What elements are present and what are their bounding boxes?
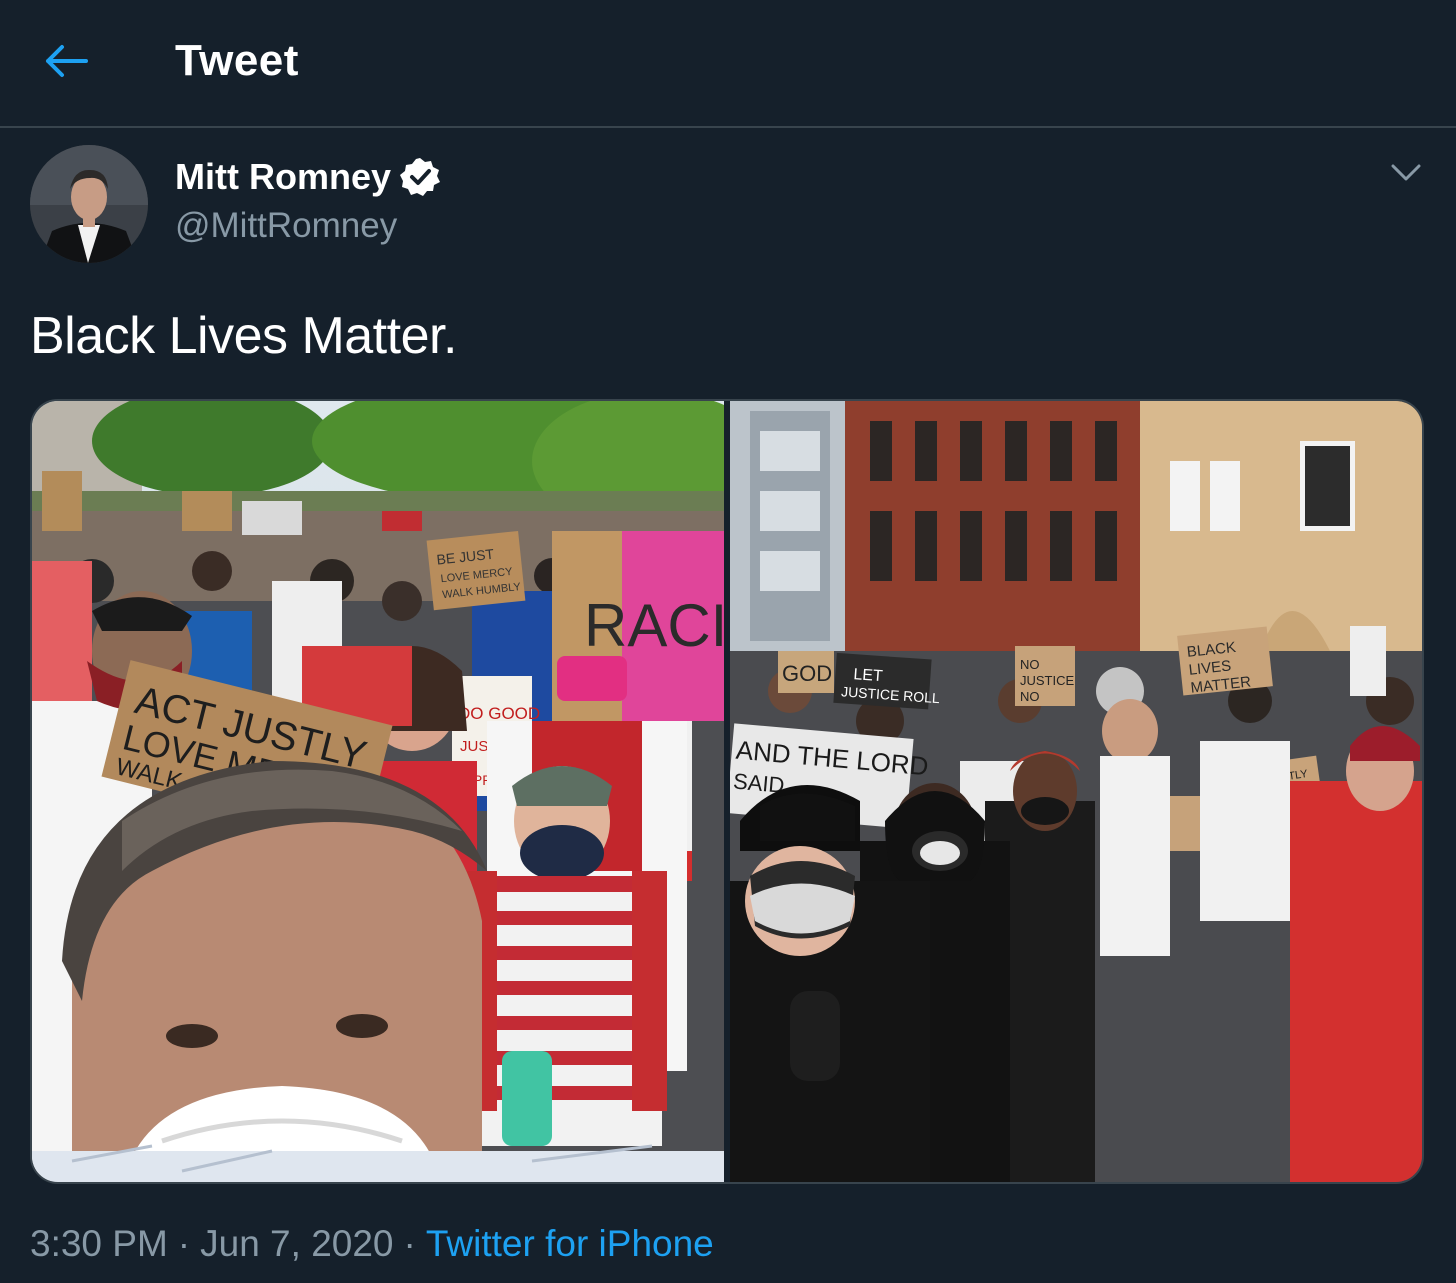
meta-separator: · [177,1223,191,1264]
svg-text:GOD: GOD [782,661,832,686]
author-name[interactable]: Mitt Romney [175,156,441,198]
svg-text:LET: LET [853,666,884,685]
avatar-image [30,145,148,263]
tweet-date: Jun 7, 2020 [200,1223,394,1264]
meta-separator: · [403,1223,416,1264]
back-button[interactable] [40,38,96,86]
media-photo-1[interactable]: BE JUST LOVE MERCY WALK HUMBLY RACISM DO… [32,401,724,1182]
verified-badge-icon [400,158,440,196]
tweet-source-link[interactable]: Twitter for iPhone [426,1223,714,1264]
author-display-name: Mitt Romney [175,156,391,197]
tweet-time: 3:30 PM [30,1223,168,1264]
author-handle[interactable]: @MittRomney [175,206,397,246]
svg-text:NO: NO [1020,689,1040,704]
svg-text:DO GOOD: DO GOOD [458,704,540,723]
avatar[interactable] [30,145,148,263]
tweet-media: BE JUST LOVE MERCY WALK HUMBLY RACISM DO… [30,399,1424,1184]
arrow-left-icon [46,45,88,77]
protest-selfie-photo: BE JUST LOVE MERCY WALK HUMBLY RACISM DO… [32,401,724,1182]
svg-text:NO: NO [1020,657,1040,672]
page-title: Tweet [175,36,299,85]
tweet-menu-button[interactable] [1386,156,1426,190]
tweet-text: Black Lives Matter. [30,307,457,365]
top-bar: Tweet [0,0,1456,128]
protest-march-photo: GOD LET JUSTICE ROLL NO JUSTICE NO BLACK… [730,401,1422,1182]
svg-text:JUSTICE: JUSTICE [1020,673,1075,688]
media-photo-2[interactable]: GOD LET JUSTICE ROLL NO JUSTICE NO BLACK… [730,401,1422,1182]
tweet-metadata: 3:30 PM · Jun 7, 2020 · Twitter for iPhone [30,1223,714,1265]
chevron-down-icon [1391,164,1421,181]
svg-text:RACISM: RACISM [584,592,724,659]
